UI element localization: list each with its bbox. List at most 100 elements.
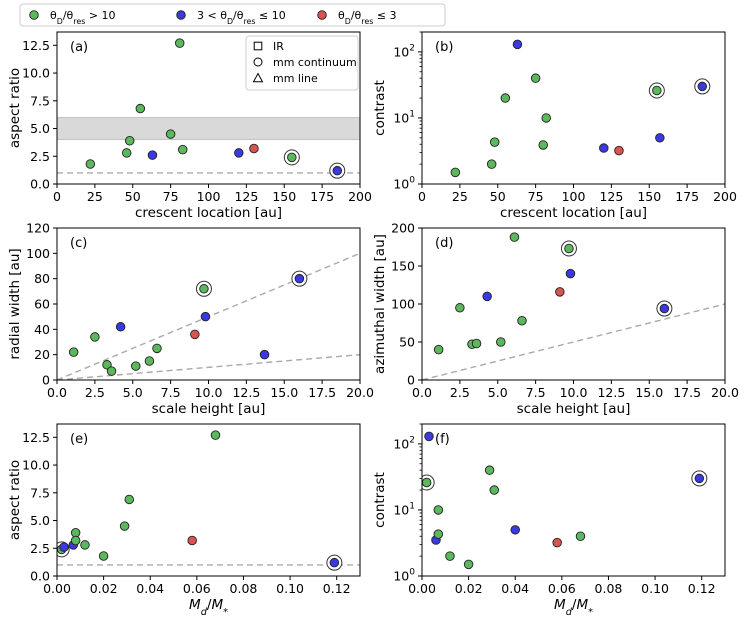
- color-legend: θD/θres > 10 3 < θD/θres ≤ 10 θD/θres ≤ 3: [19, 3, 446, 27]
- y-tick-label: 10.0: [22, 458, 50, 473]
- legend-label: mm continuum: [273, 56, 357, 69]
- y-tick-label: 102: [393, 435, 415, 451]
- panel-label: (b): [435, 40, 453, 55]
- data-point: [512, 39, 523, 50]
- data-point: [249, 143, 259, 154]
- x-tick-label: 0.0: [412, 385, 432, 400]
- data-point: [174, 38, 185, 48]
- x-tick-label: 200: [713, 189, 737, 204]
- x-tick-label: 0.12: [688, 581, 716, 596]
- y-tick-label: 101: [393, 109, 415, 125]
- plot-area: [422, 232, 725, 380]
- x-axis-label: scale height [au]: [517, 401, 631, 417]
- data-point: [489, 485, 500, 495]
- data-point: [496, 337, 506, 347]
- panel-f: 0.00 0.02 0.04 0.06 0.08 0.10 0.12100101102 (f)…: [372, 423, 726, 618]
- y-tick-label: 40: [34, 322, 50, 337]
- axes-frame: [421, 31, 726, 185]
- y-tick-label: 50: [399, 335, 415, 350]
- x-tick-label: 0.0: [47, 385, 67, 400]
- data-point: [152, 343, 162, 354]
- data-point: [70, 535, 81, 546]
- data-point: [90, 332, 100, 342]
- x-tick-label: 7.5: [161, 385, 181, 400]
- data-point: [614, 145, 624, 156]
- data-point: [187, 535, 197, 546]
- y-tick-label: 60: [34, 297, 50, 312]
- x-tick-label: 0.08: [595, 581, 623, 596]
- x-tick-label: 125: [234, 189, 258, 204]
- data-point: [565, 268, 576, 279]
- x-tick-label: 12.5: [597, 385, 625, 400]
- data-point: [200, 311, 211, 322]
- x-tick-label: 25: [452, 189, 468, 204]
- data-point: [697, 81, 708, 92]
- y-tick-label: 0.0: [30, 569, 50, 584]
- y-tick-label: 120: [26, 221, 50, 236]
- marker-legend: IR mm continuum mm line: [245, 35, 359, 91]
- x-tick-label: 15.0: [270, 385, 298, 400]
- data-point: [486, 159, 497, 169]
- data-point: [564, 243, 574, 254]
- y-axis-label: radial width [au]: [7, 248, 23, 359]
- data-point: [85, 159, 96, 169]
- data-point: [294, 273, 305, 284]
- data-point: [234, 148, 244, 158]
- data-point: [80, 540, 90, 550]
- x-tick-label: 75: [163, 189, 179, 204]
- x-tick-label: 175: [310, 189, 334, 204]
- x-axis-label: Md/M*: [189, 597, 228, 618]
- data-point: [541, 113, 551, 123]
- y-tick-label: 2.5: [30, 149, 50, 164]
- panel-c: 0.0 2.5 5.0 7.5 10.0 12.5 15.0 17.5 20.0 0 20 40 60 8…: [7, 221, 374, 418]
- data-point: [287, 152, 297, 163]
- plot-area: [57, 252, 360, 380]
- x-tick-label: 10.0: [560, 385, 588, 400]
- legend-marker-r: [317, 10, 327, 20]
- x-tick-label: 0.12: [323, 581, 351, 596]
- x-axis-label: crescent location [au]: [135, 205, 282, 221]
- data-point: [538, 140, 548, 150]
- x-tick-label: 0.04: [136, 581, 164, 596]
- data-point: [329, 557, 340, 568]
- data-point: [124, 494, 135, 505]
- data-point: [199, 284, 209, 294]
- panel-label: (c): [70, 236, 87, 251]
- y-axis-label: azimuthal width [au]: [372, 234, 388, 374]
- y-tick-label: 80: [34, 271, 50, 286]
- x-tick-label: 50: [490, 189, 506, 204]
- legend-label: IR: [273, 40, 284, 53]
- y-axis-label: aspect ratio: [7, 68, 23, 148]
- panel-d: 0.0 2.5 5.0 7.5 10.0 12.5 15.0 17.5 20.0 0 50 100 15…: [372, 221, 739, 418]
- panel-label: (d): [435, 236, 453, 251]
- data-point: [106, 366, 117, 376]
- x-tick-label: 17.5: [308, 385, 336, 400]
- x-tick-label: 0.08: [230, 581, 258, 596]
- y-tick-label: 100: [26, 246, 50, 261]
- x-tick-label: 200: [348, 189, 372, 204]
- data-point: [500, 93, 511, 103]
- data-point: [259, 349, 270, 360]
- y-tick-label: 200: [391, 221, 415, 236]
- x-tick-label: 100: [197, 189, 221, 204]
- y-tick-label: 5.0: [30, 513, 50, 528]
- y-tick-label: 150: [391, 259, 415, 274]
- x-tick-label: 2.5: [450, 385, 470, 400]
- x-tick-label: 5.0: [123, 385, 143, 400]
- figure: 0 25 50 75 100 125 150 175 2000.02.55.07.510.012…: [7, 3, 739, 618]
- x-axis-label: scale height [au]: [152, 401, 266, 417]
- x-axis-label: crescent location [au]: [500, 205, 647, 221]
- x-tick-label: 175: [675, 189, 699, 204]
- circle-icon: [253, 57, 263, 67]
- y-tick-label: 20: [34, 347, 50, 362]
- reference-line: [57, 353, 360, 380]
- y-tick-label: 7.5: [30, 485, 50, 500]
- data-point: [552, 537, 562, 548]
- x-tick-label: 0.10: [641, 581, 669, 596]
- x-tick-label: 50: [125, 189, 141, 204]
- data-point: [165, 129, 176, 139]
- plot-area: [57, 430, 360, 571]
- y-tick-label: 102: [393, 43, 415, 59]
- panel-label: (f): [435, 432, 450, 447]
- x-tick-label: 125: [599, 189, 623, 204]
